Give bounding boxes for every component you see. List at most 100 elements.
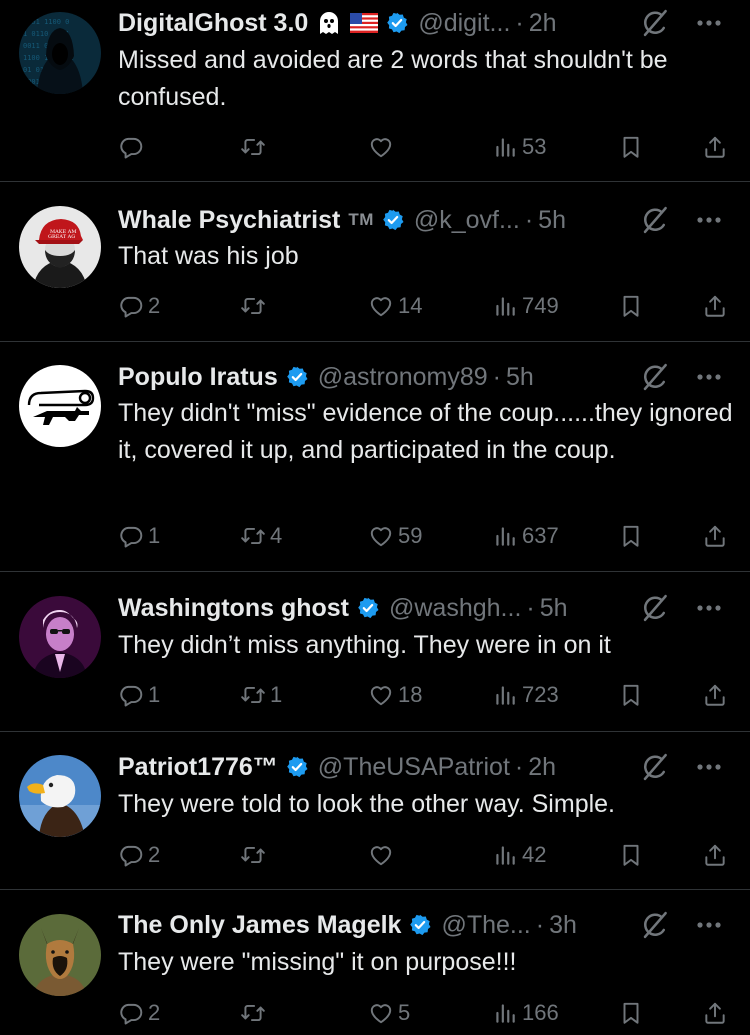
verified-badge-icon bbox=[382, 209, 404, 231]
views-button[interactable]: 166 bbox=[492, 996, 559, 1030]
bookmark-button[interactable] bbox=[618, 130, 644, 164]
grok-icon[interactable] bbox=[640, 910, 670, 940]
display-name[interactable]: Washingtons ghost bbox=[118, 594, 349, 623]
like-button[interactable]: 18 bbox=[368, 678, 422, 712]
display-name[interactable]: DigitalGhost 3.0 bbox=[118, 9, 308, 38]
retweet-button[interactable] bbox=[240, 996, 270, 1030]
views-button[interactable]: 749 bbox=[492, 289, 559, 323]
handle[interactable]: @k_ovf... bbox=[414, 206, 520, 235]
bookmark-button[interactable] bbox=[618, 996, 644, 1030]
reply-button[interactable]: 1 bbox=[118, 678, 160, 712]
views-button[interactable]: 53 bbox=[492, 130, 546, 164]
share-icon bbox=[702, 682, 728, 708]
more-options-icon[interactable] bbox=[696, 604, 722, 612]
share-button[interactable] bbox=[702, 996, 728, 1030]
more-options-icon[interactable] bbox=[696, 216, 722, 224]
reply-button[interactable]: 2 bbox=[118, 838, 160, 872]
tweet[interactable]: Populo Iratus @astronomy89 · 5h They did… bbox=[0, 342, 750, 572]
like-button[interactable]: 59 bbox=[368, 519, 422, 553]
avatar[interactable]: MAKE AM GREAT AG bbox=[19, 206, 101, 288]
tweet[interactable]: The Only James Magelk @The... · 3h They … bbox=[0, 890, 750, 1035]
handle[interactable]: @TheUSAPatriot bbox=[318, 753, 510, 782]
handle[interactable]: @washgh... bbox=[389, 594, 521, 623]
handle[interactable]: @astronomy89 bbox=[318, 363, 488, 392]
ghost-emoji-icon bbox=[320, 12, 339, 34]
bookmark-button[interactable] bbox=[618, 519, 644, 553]
tweet[interactable]: Patriot1776™ @TheUSAPatriot · 2h They we… bbox=[0, 732, 750, 890]
handle[interactable]: @The... bbox=[441, 911, 530, 940]
share-button[interactable] bbox=[702, 289, 728, 323]
bookmark-button[interactable] bbox=[618, 289, 644, 323]
more-options-icon[interactable] bbox=[696, 19, 722, 27]
grok-icon[interactable] bbox=[640, 8, 670, 38]
verified-badge-icon bbox=[286, 366, 308, 388]
retweet-icon bbox=[240, 134, 266, 160]
share-icon bbox=[702, 293, 728, 319]
more-options-icon[interactable] bbox=[696, 373, 722, 381]
share-icon bbox=[702, 523, 728, 549]
verified-badge-icon bbox=[386, 12, 408, 34]
reply-button[interactable]: 2 bbox=[118, 996, 160, 1030]
retweet-button[interactable]: 1 bbox=[240, 678, 282, 712]
tweet[interactable]: 0101 1100 01 0110 00110011 01 101 1100 1… bbox=[0, 0, 750, 182]
reply-icon bbox=[118, 682, 144, 708]
retweet-button[interactable] bbox=[240, 838, 270, 872]
bookmark-button[interactable] bbox=[618, 838, 644, 872]
tweet-text: That was his job bbox=[118, 242, 299, 270]
heart-icon bbox=[368, 842, 394, 868]
timestamp[interactable]: 5h bbox=[506, 363, 534, 392]
avatar[interactable] bbox=[19, 596, 101, 678]
avatar[interactable]: 0101 1100 01 0110 00110011 01 101 1100 1… bbox=[19, 12, 101, 94]
tweet-header: Populo Iratus @astronomy89 · 5h bbox=[118, 357, 722, 397]
share-button[interactable] bbox=[702, 838, 728, 872]
display-name[interactable]: The Only James Magelk bbox=[118, 911, 401, 940]
like-button[interactable] bbox=[368, 130, 398, 164]
more-options-icon[interactable] bbox=[696, 921, 722, 929]
avatar[interactable] bbox=[19, 755, 101, 837]
bookmark-button[interactable] bbox=[618, 678, 644, 712]
share-button[interactable] bbox=[702, 519, 728, 553]
reply-icon bbox=[118, 134, 144, 160]
timestamp[interactable]: 2h bbox=[528, 753, 556, 782]
grok-icon[interactable] bbox=[640, 362, 670, 392]
reply-button[interactable]: 2 bbox=[118, 289, 160, 323]
share-button[interactable] bbox=[702, 678, 728, 712]
views-chart-icon bbox=[492, 682, 518, 708]
display-name[interactable]: Patriot1776™ bbox=[118, 753, 278, 782]
display-name[interactable]: Populo Iratus bbox=[118, 363, 278, 392]
retweet-button[interactable]: 4 bbox=[240, 519, 282, 553]
grok-icon[interactable] bbox=[640, 593, 670, 623]
views-chart-icon bbox=[492, 523, 518, 549]
tweet[interactable]: MAKE AM GREAT AG Whale Psychiatrist TM @… bbox=[0, 182, 750, 342]
heart-icon bbox=[368, 293, 394, 319]
timestamp[interactable]: 5h bbox=[540, 594, 568, 623]
like-button[interactable]: 5 bbox=[368, 996, 410, 1030]
views-button[interactable]: 637 bbox=[492, 519, 559, 553]
reply-count: 1 bbox=[148, 682, 161, 707]
reply-button[interactable] bbox=[118, 130, 148, 164]
more-options-icon[interactable] bbox=[696, 763, 722, 771]
avatar[interactable] bbox=[19, 914, 101, 996]
views-button[interactable]: 42 bbox=[492, 838, 546, 872]
display-name[interactable]: Whale Psychiatrist bbox=[118, 206, 340, 235]
views-button[interactable]: 723 bbox=[492, 678, 559, 712]
reply-icon bbox=[118, 293, 144, 319]
retweet-icon bbox=[240, 293, 266, 319]
handle[interactable]: @digit... bbox=[418, 9, 510, 38]
tweet-header: Patriot1776™ @TheUSAPatriot · 2h bbox=[118, 747, 722, 787]
timestamp[interactable]: 3h bbox=[549, 911, 577, 940]
grok-icon[interactable] bbox=[640, 205, 670, 235]
share-button[interactable] bbox=[702, 130, 728, 164]
timestamp[interactable]: 5h bbox=[538, 206, 566, 235]
like-count: 18 bbox=[398, 682, 423, 707]
like-button[interactable]: 14 bbox=[368, 289, 422, 323]
retweet-button[interactable] bbox=[240, 130, 270, 164]
timestamp[interactable]: 2h bbox=[529, 9, 557, 38]
avatar[interactable] bbox=[19, 365, 101, 447]
tweet[interactable]: Washingtons ghost @washgh... · 5h They d… bbox=[0, 572, 750, 732]
like-count: 14 bbox=[398, 293, 423, 318]
reply-button[interactable]: 1 bbox=[118, 519, 160, 553]
like-button[interactable] bbox=[368, 838, 398, 872]
retweet-button[interactable] bbox=[240, 289, 270, 323]
grok-icon[interactable] bbox=[640, 752, 670, 782]
